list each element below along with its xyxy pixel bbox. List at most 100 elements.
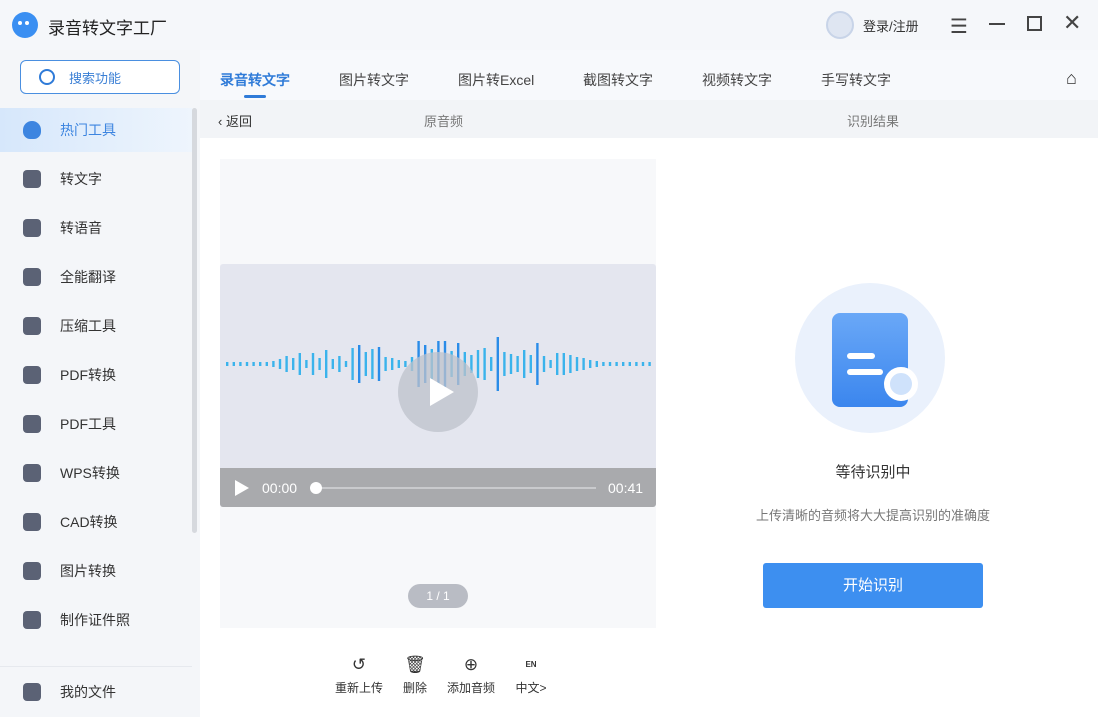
compress-icon bbox=[23, 317, 41, 335]
sidebar-item-label: 转文字 bbox=[60, 169, 102, 189]
toolbox-icon bbox=[23, 415, 41, 433]
seek-handle[interactable] bbox=[310, 482, 322, 494]
waveform-bar bbox=[398, 360, 400, 368]
waveform-bar bbox=[252, 362, 254, 366]
translate-icon bbox=[23, 268, 41, 286]
search-placeholder: 搜索功能 bbox=[69, 68, 121, 87]
add-audio-button[interactable]: ⊕添加音频 bbox=[446, 655, 496, 696]
app-logo-icon bbox=[12, 12, 38, 38]
sidebar-item-translate[interactable]: 全能翻译 bbox=[0, 255, 192, 299]
waveform-bar bbox=[358, 345, 360, 383]
search-icon bbox=[39, 69, 55, 85]
home-icon[interactable]: ⌂ bbox=[1066, 68, 1077, 89]
sidebar-item-pdf-tools[interactable]: PDF工具 bbox=[0, 402, 192, 446]
waveform-bar bbox=[629, 362, 631, 366]
waveform-bar bbox=[272, 361, 274, 367]
waveform-bar bbox=[305, 360, 307, 368]
waveform-bar bbox=[384, 357, 386, 371]
tab-handwriting-to-text[interactable]: 手写转文字 bbox=[821, 70, 891, 90]
page-indicator: 1 / 1 bbox=[408, 584, 468, 608]
sidebar-item-compress[interactable]: 压缩工具 bbox=[0, 304, 192, 348]
waveform-bar bbox=[602, 362, 604, 366]
sidebar: 搜索功能 热门工具转文字转语音全能翻译压缩工具 PDF转换 PDF工具 WPS转换 CA… bbox=[0, 50, 200, 717]
text-icon bbox=[23, 170, 41, 188]
sidebar-item-to-text[interactable]: 转文字 bbox=[0, 157, 192, 201]
waveform-bar bbox=[345, 361, 347, 367]
waveform-bar bbox=[563, 353, 565, 375]
subheader: ‹ 返回 原音频 识别结果 bbox=[200, 100, 1098, 138]
waveform-bar bbox=[226, 362, 228, 366]
waveform-bar bbox=[299, 353, 301, 375]
language-button[interactable]: EN中文> bbox=[514, 655, 548, 696]
menu-icon[interactable]: ☰ bbox=[950, 14, 968, 39]
waveform-bar bbox=[365, 352, 367, 376]
waveform-bar bbox=[285, 356, 287, 372]
original-audio-label: 原音频 bbox=[424, 111, 463, 130]
tab-image-to-excel[interactable]: 图片转Excel bbox=[458, 70, 534, 90]
maximize-icon[interactable] bbox=[1027, 16, 1042, 31]
waveform-bar bbox=[582, 358, 584, 370]
search-input[interactable]: 搜索功能 bbox=[20, 60, 180, 94]
sidebar-item-cad-convert[interactable]: CAD转换 bbox=[0, 500, 192, 544]
sidebar-item-label: 转语音 bbox=[60, 218, 102, 238]
waveform-bar bbox=[490, 357, 492, 371]
sidebar-item-image-convert[interactable]: 图片转换 bbox=[0, 549, 192, 593]
tab-image-to-text[interactable]: 图片转文字 bbox=[339, 70, 409, 90]
sidebar-item-pdf-convert[interactable]: PDF转换 bbox=[0, 353, 192, 397]
status-text: 等待识别中 bbox=[770, 461, 976, 482]
waveform-bar bbox=[259, 362, 261, 366]
sidebar-item-label: 我的文件 bbox=[60, 682, 116, 702]
tab-audio-to-text[interactable]: 录音转文字 bbox=[220, 70, 290, 90]
sidebar-item-my-files[interactable]: 我的文件 bbox=[0, 666, 192, 717]
app-title: 录音转文字工厂 bbox=[48, 14, 167, 39]
waveform-bar bbox=[279, 359, 281, 369]
trash-icon: 🗑 bbox=[402, 655, 428, 679]
waveform-bar bbox=[576, 357, 578, 371]
sidebar-item-to-speech[interactable]: 转语音 bbox=[0, 206, 192, 250]
tool-label: 添加音频 bbox=[446, 679, 496, 696]
seek-bar[interactable] bbox=[316, 487, 596, 489]
waveform-bar bbox=[609, 362, 611, 366]
start-recognition-button[interactable]: 开始识别 bbox=[763, 563, 983, 608]
current-time: 00:00 bbox=[262, 480, 297, 496]
sidebar-scrollbar[interactable] bbox=[192, 108, 197, 533]
sidebar-item-id-photo[interactable]: 制作证件照 bbox=[0, 598, 192, 642]
waveform-bar bbox=[503, 352, 505, 376]
sidebar-item-hot-tools[interactable]: 热门工具 bbox=[0, 108, 192, 152]
sidebar-item-label: 全能翻译 bbox=[60, 267, 116, 287]
waveform-bar bbox=[648, 362, 650, 366]
sidebar-item-label: 压缩工具 bbox=[60, 316, 116, 336]
waveform-bar bbox=[516, 356, 518, 372]
waveform-bar bbox=[325, 350, 327, 378]
file-icon bbox=[23, 683, 41, 701]
sidebar-item-wps-convert[interactable]: WPS转换 bbox=[0, 451, 192, 495]
waveform-bar bbox=[589, 360, 591, 368]
tab-screenshot-to-text[interactable]: 截图转文字 bbox=[583, 70, 653, 90]
sidebar-item-label: PDF转换 bbox=[60, 365, 116, 385]
sidebar-item-label: WPS转换 bbox=[60, 463, 120, 483]
en-icon: EN bbox=[514, 655, 548, 679]
waveform-bar bbox=[635, 362, 637, 366]
sidebar-item-label: 热门工具 bbox=[60, 120, 116, 140]
close-icon[interactable]: ✕ bbox=[1063, 10, 1081, 36]
back-button[interactable]: ‹ 返回 bbox=[218, 111, 252, 130]
waveform-bar bbox=[523, 350, 525, 378]
play-overlay-button[interactable] bbox=[398, 352, 478, 432]
delete-button[interactable]: 🗑删除 bbox=[402, 655, 428, 696]
waveform-bar bbox=[292, 358, 294, 370]
tool-label: 重新上传 bbox=[334, 679, 384, 696]
waveform-bar bbox=[332, 359, 334, 369]
login-link[interactable]: 登录/注册 bbox=[863, 16, 919, 35]
avatar[interactable] bbox=[826, 11, 854, 39]
reupload-button[interactable]: ↺重新上传 bbox=[334, 655, 384, 696]
tool-label: 删除 bbox=[402, 679, 428, 696]
sidebar-item-label: 图片转换 bbox=[60, 561, 116, 581]
tab-video-to-text[interactable]: 视频转文字 bbox=[702, 70, 772, 90]
waveform-bar bbox=[556, 353, 558, 375]
image-icon bbox=[23, 562, 41, 580]
play-icon[interactable] bbox=[235, 480, 249, 496]
minimize-icon[interactable] bbox=[989, 23, 1005, 25]
waveform-bar bbox=[510, 354, 512, 374]
undo-icon: ↺ bbox=[334, 655, 384, 679]
sidebar-item-label: 制作证件照 bbox=[60, 610, 130, 630]
